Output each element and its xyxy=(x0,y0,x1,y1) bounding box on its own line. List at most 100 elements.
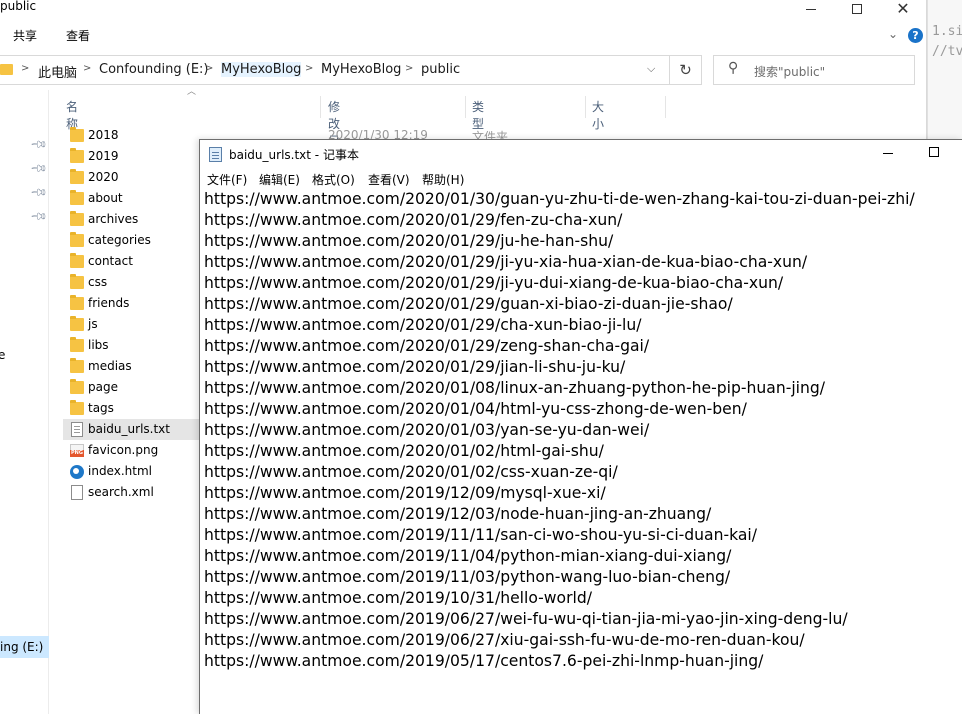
navigation-pane: 📌︎ 📌︎ 📌︎ 📌︎ e ing (E:) xyxy=(0,90,49,714)
file-list-item[interactable]: contact xyxy=(63,251,203,272)
file-list-item[interactable]: 2018 xyxy=(63,125,203,146)
help-icon[interactable]: ? xyxy=(908,28,923,43)
text-line: https://www.antmoe.com/2020/01/29/guan-x… xyxy=(204,295,733,313)
text-line: https://www.antmoe.com/2020/01/30/guan-y… xyxy=(204,190,915,208)
text-line: https://www.antmoe.com/2020/01/29/cha-xu… xyxy=(204,316,642,334)
text-line: https://www.antmoe.com/2019/06/27/xiu-ga… xyxy=(204,631,805,649)
folder-icon xyxy=(70,253,84,268)
breadcrumb-myhexoblog-inner[interactable]: MyHexoBlog xyxy=(321,62,401,77)
text-line: https://www.antmoe.com/2020/01/03/yan-se… xyxy=(204,421,650,439)
menu-help[interactable]: 帮助(H) xyxy=(422,171,464,188)
address-bar[interactable]: > 此电脑 > Confounding (E:) > MyHexoBlog > … xyxy=(0,55,670,85)
folder-icon xyxy=(0,64,13,75)
file-name: page xyxy=(88,380,118,394)
menu-format[interactable]: 格式(O) xyxy=(312,171,355,188)
file-name: 2019 xyxy=(88,149,119,163)
file-list-item[interactable]: 2019 xyxy=(63,146,203,167)
file-name: baidu_urls.txt xyxy=(88,422,170,436)
menu-file[interactable]: 文件(F) xyxy=(207,171,247,188)
tab-view[interactable]: 查看 xyxy=(66,27,90,44)
editor-code-line: 1.si xyxy=(932,24,962,39)
expand-ribbon-icon[interactable]: ⌄ xyxy=(888,27,898,41)
file-list-item[interactable]: favicon.png xyxy=(63,440,203,461)
text-line: https://www.antmoe.com/2020/01/29/ju-he-… xyxy=(204,232,614,250)
chevron-down-icon[interactable]: ⌵ xyxy=(647,62,655,76)
breadcrumb-drive[interactable]: Confounding (E:) xyxy=(99,62,209,77)
maximize-button[interactable] xyxy=(834,0,880,18)
file-name: contact xyxy=(88,254,133,268)
text-line: https://www.antmoe.com/2020/01/02/html-g… xyxy=(204,442,604,460)
notepad-window: baidu_urls.txt - 记事本 文件(F) 编辑(E) 格式(O) 查… xyxy=(199,139,962,714)
text-line: https://www.antmoe.com/2020/01/08/linux-… xyxy=(204,379,826,397)
file-name: about xyxy=(88,191,123,205)
file-list-item[interactable]: about xyxy=(63,188,203,209)
file-list-item[interactable]: friends xyxy=(63,293,203,314)
file-list-item[interactable]: baidu_urls.txt xyxy=(63,419,203,440)
file-name: archives xyxy=(88,212,139,226)
text-line: https://www.antmoe.com/2020/01/29/jian-l… xyxy=(204,358,626,376)
notepad-text-area[interactable]: https://www.antmoe.com/2020/01/30/guan-y… xyxy=(204,189,959,672)
menu-view[interactable]: 查看(V) xyxy=(368,171,410,188)
column-divider[interactable] xyxy=(320,96,321,118)
text-line: https://www.antmoe.com/2019/11/03/python… xyxy=(204,568,731,586)
chevron-right-icon: > xyxy=(83,63,92,74)
chevron-right-icon: > xyxy=(21,63,30,74)
chevron-right-icon: > xyxy=(305,63,314,74)
file-list-item[interactable]: libs xyxy=(63,335,203,356)
close-button[interactable]: ✕ xyxy=(880,0,926,18)
file-list-item[interactable]: js xyxy=(63,314,203,335)
column-divider[interactable] xyxy=(585,96,586,118)
file-list-item[interactable]: index.html xyxy=(63,461,203,482)
folder-icon xyxy=(70,400,84,415)
notepad-icon xyxy=(209,147,222,162)
close-icon: ✕ xyxy=(896,0,910,18)
notepad-menubar: 文件(F) 编辑(E) 格式(O) 查看(V) 帮助(H) xyxy=(200,168,962,190)
file-name: index.html xyxy=(88,464,152,478)
text-line: https://www.antmoe.com/2020/01/29/fen-zu… xyxy=(204,211,623,229)
nav-item-drive[interactable]: ing (E:) xyxy=(0,636,49,658)
notepad-maximize-button[interactable] xyxy=(929,147,939,157)
file-name: libs xyxy=(88,338,109,352)
folder-icon xyxy=(70,295,84,310)
file-name: css xyxy=(88,275,108,289)
minimize-button[interactable] xyxy=(788,0,834,18)
file-list-item[interactable]: categories xyxy=(63,230,203,251)
pin-icon[interactable]: 📌︎ xyxy=(29,135,48,154)
text-line: https://www.antmoe.com/2019/06/27/wei-fu… xyxy=(204,610,848,628)
text-line: https://www.antmoe.com/2019/11/11/san-ci… xyxy=(204,526,758,544)
text-line: https://www.antmoe.com/2019/12/09/mysql-… xyxy=(204,484,606,502)
file-list-item[interactable]: tags xyxy=(63,398,203,419)
notepad-minimize-button[interactable] xyxy=(883,153,893,154)
notepad-title: baidu_urls.txt - 记事本 xyxy=(229,148,359,162)
column-divider[interactable] xyxy=(665,96,666,118)
file-list-item[interactable]: css xyxy=(63,272,203,293)
tab-share[interactable]: 共享 xyxy=(13,27,37,44)
pin-icon[interactable]: 📌︎ xyxy=(29,207,48,226)
folder-icon xyxy=(70,358,84,373)
folder-icon xyxy=(70,316,84,331)
file-name: friends xyxy=(88,296,130,310)
pin-icon[interactable]: 📌︎ xyxy=(29,159,48,178)
breadcrumb-this-pc[interactable]: 此电脑 xyxy=(38,62,77,81)
refresh-button[interactable]: ↻ xyxy=(670,55,702,85)
file-list-item[interactable]: search.xml xyxy=(63,482,203,503)
column-size-label: 大小 xyxy=(592,100,605,131)
nav-item-partial[interactable]: e xyxy=(0,348,5,362)
breadcrumb-myhexoblog[interactable]: MyHexoBlog xyxy=(221,62,302,77)
search-icon: ⚲ xyxy=(728,60,739,76)
breadcrumb-public[interactable]: public xyxy=(421,62,460,77)
file-list: 2018 2019 2020 about archives categories conta… xyxy=(63,125,203,503)
file-list-item[interactable]: archives xyxy=(63,209,203,230)
chevron-right-icon: > xyxy=(205,63,214,74)
editor-code-line: //tv xyxy=(932,44,962,59)
file-list-item[interactable]: 2020 xyxy=(63,167,203,188)
pin-icon[interactable]: 📌︎ xyxy=(29,183,48,202)
folder-icon xyxy=(70,190,84,205)
menu-edit[interactable]: 编辑(E) xyxy=(259,171,300,188)
folder-icon xyxy=(70,211,84,226)
search-input[interactable]: ⚲ 搜索"public" xyxy=(713,55,915,85)
folder-icon xyxy=(70,337,84,352)
column-divider[interactable] xyxy=(465,96,466,118)
file-list-item[interactable]: page xyxy=(63,377,203,398)
file-list-item[interactable]: medias xyxy=(63,356,203,377)
